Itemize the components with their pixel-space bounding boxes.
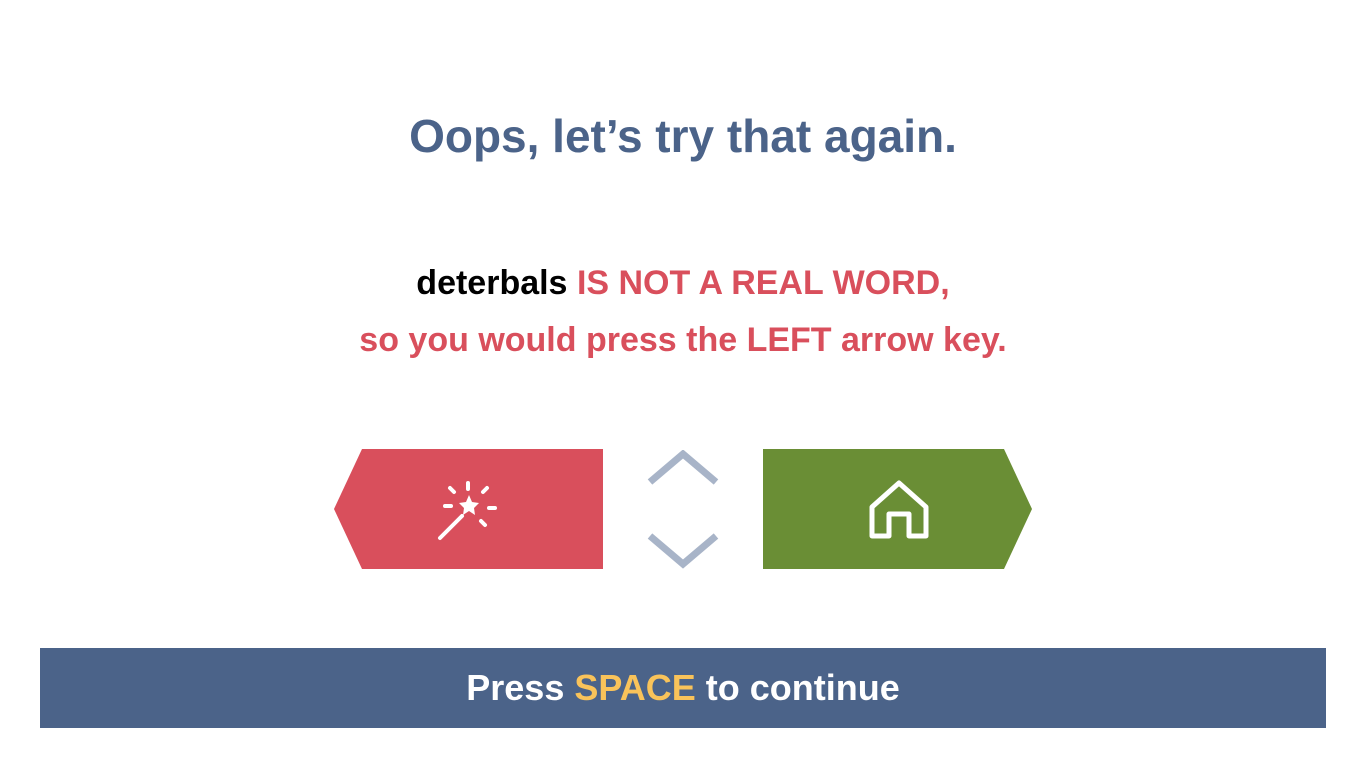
left-arrow-key[interactable] xyxy=(334,449,603,569)
target-word: deterbals xyxy=(416,264,568,302)
continue-prefix: Press xyxy=(466,667,565,708)
continue-button[interactable]: Press SPACE to continue xyxy=(40,648,1326,728)
right-arrow-key[interactable] xyxy=(763,449,1032,569)
space-key-label: SPACE xyxy=(574,667,696,708)
verdict-text: IS NOT A REAL WORD, xyxy=(576,264,950,302)
screen: Oops, let’s try that again. deterbals IS… xyxy=(0,0,1366,768)
instruction-text: so you would press the LEFT arrow key. xyxy=(359,321,1007,359)
magic-wand-icon xyxy=(438,481,497,540)
house-icon xyxy=(869,480,929,539)
page-heading: Oops, let’s try that again. xyxy=(409,110,957,162)
continue-suffix: to continue xyxy=(705,667,900,708)
up-down-chevron-icon xyxy=(646,449,720,570)
feedback-message: deterbals IS NOT A REAL WORD, so you wou… xyxy=(0,255,1366,369)
